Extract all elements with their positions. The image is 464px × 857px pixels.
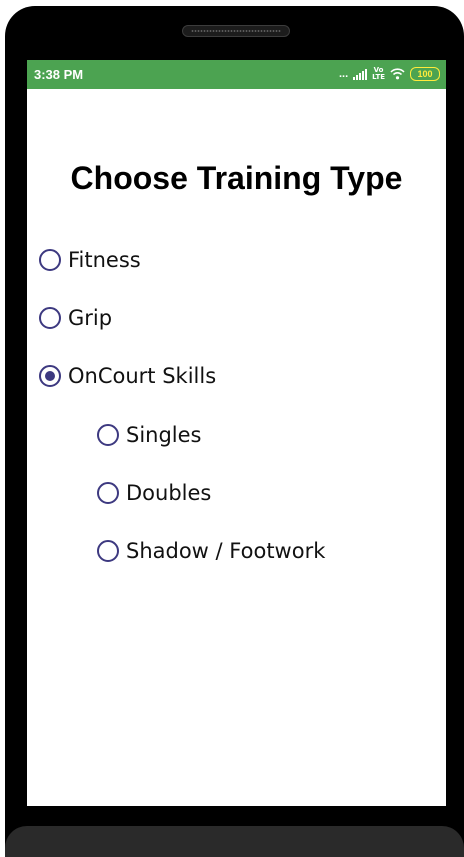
phone-frame: 3:38 PM ... Vo LTE 100 Choose Training Ty… bbox=[5, 6, 464, 857]
speaker-dots bbox=[191, 29, 281, 33]
radio-button-icon[interactable] bbox=[97, 424, 119, 446]
page-title: Choose Training Type bbox=[70, 160, 403, 196]
sub-option-label: Singles bbox=[126, 423, 202, 447]
status-icons: ... Vo LTE 100 bbox=[339, 66, 440, 82]
radio-button-icon[interactable] bbox=[97, 540, 119, 562]
option-oncourt-skills[interactable]: OnCourt Skills bbox=[39, 361, 216, 391]
radio-button-icon[interactable] bbox=[39, 307, 61, 329]
battery-icon: 100 bbox=[410, 67, 440, 81]
bottom-bezel bbox=[5, 826, 464, 857]
sub-option-shadow-footwork[interactable]: Shadow / Footwork bbox=[97, 536, 325, 566]
option-label: OnCourt Skills bbox=[68, 364, 217, 388]
radio-button-icon[interactable] bbox=[39, 249, 61, 271]
option-label: Grip bbox=[68, 306, 113, 330]
status-bar: 3:38 PM ... Vo LTE 100 bbox=[27, 60, 446, 89]
notification-dots-icon: ... bbox=[338, 68, 349, 80]
sub-option-singles[interactable]: Singles bbox=[97, 420, 202, 450]
option-grip[interactable]: Grip bbox=[39, 303, 112, 333]
sub-option-label: Doubles bbox=[126, 481, 212, 505]
speaker-grill bbox=[182, 25, 290, 37]
sub-option-label: Shadow / Footwork bbox=[126, 539, 326, 563]
screen: 3:38 PM ... Vo LTE 100 Choose Training Ty… bbox=[27, 60, 446, 806]
option-fitness[interactable]: Fitness bbox=[39, 245, 141, 275]
status-time: 3:38 PM bbox=[34, 67, 84, 82]
wifi-icon bbox=[390, 68, 405, 80]
sub-option-doubles[interactable]: Doubles bbox=[97, 478, 211, 508]
volte-icon: Vo LTE bbox=[372, 66, 385, 81]
option-label: Fitness bbox=[68, 248, 141, 272]
radio-button-icon[interactable] bbox=[97, 482, 119, 504]
signal-icon bbox=[353, 68, 368, 80]
radio-button-checked-icon[interactable] bbox=[39, 365, 61, 387]
